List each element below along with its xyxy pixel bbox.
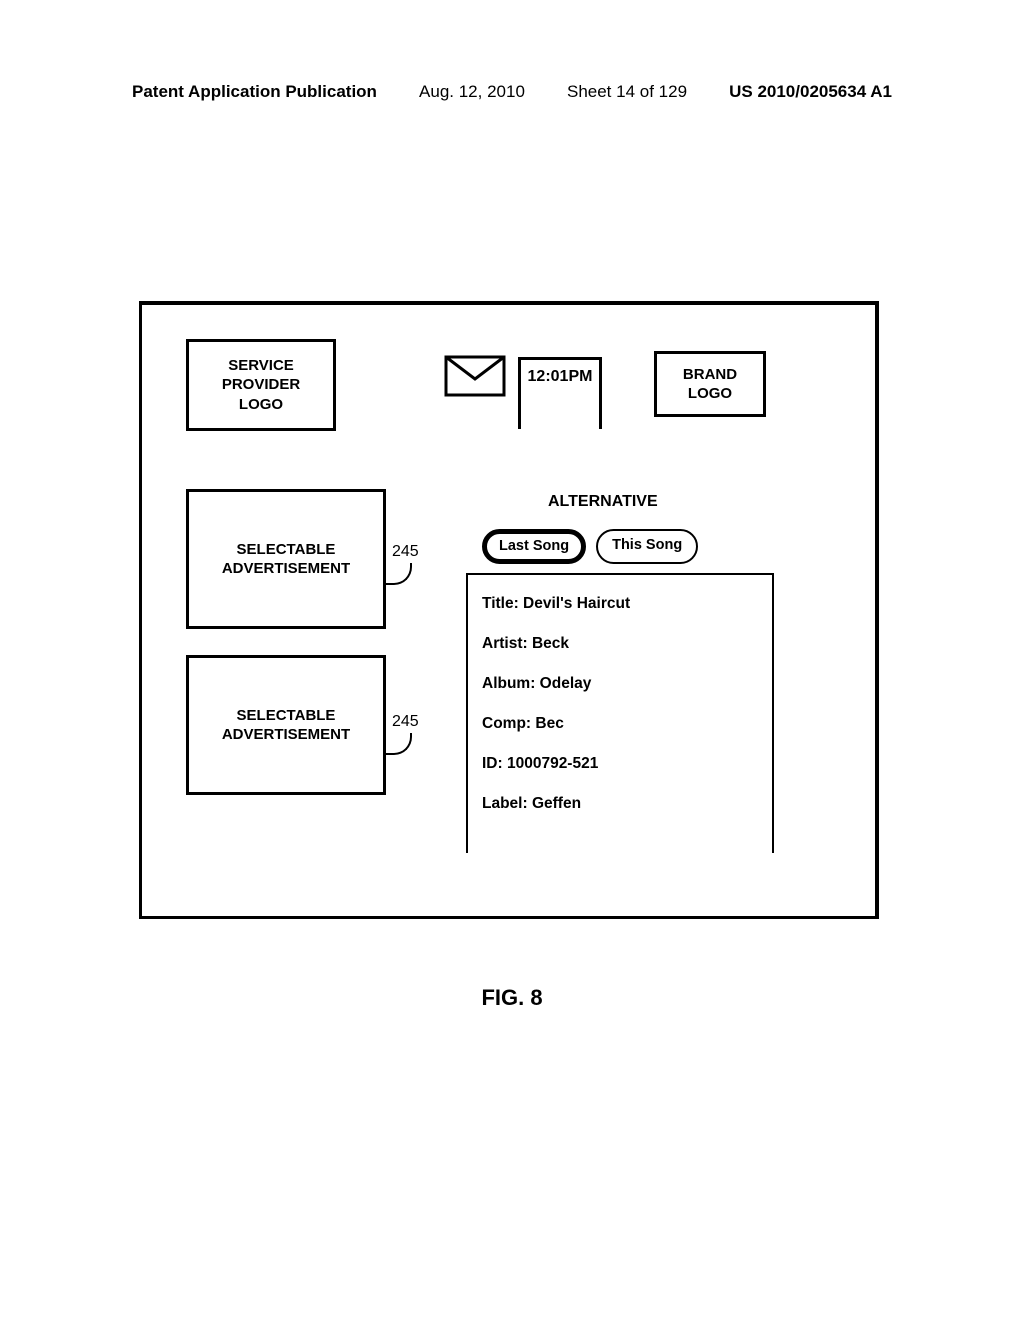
info-album: Album: Odelay (482, 675, 758, 693)
callout-leader-b (386, 733, 412, 755)
svc-line1: SERVICE (228, 356, 294, 376)
svc-line2: PROVIDER (222, 375, 300, 395)
callout-ref-245-a: 245 (392, 543, 419, 561)
selectable-advertisement-1[interactable]: SELECTABLE ADVERTISEMENT (186, 489, 386, 629)
clock-time: 12:01PM (528, 368, 593, 385)
header-sheet: Sheet 14 of 129 (567, 82, 687, 102)
brand-line2: LOGO (688, 384, 732, 404)
selectable-advertisement-2[interactable]: SELECTABLE ADVERTISEMENT (186, 655, 386, 795)
page-header: Patent Application Publication Aug. 12, … (132, 82, 892, 102)
mail-icon (444, 355, 506, 397)
this-song-button[interactable]: This Song (596, 529, 698, 564)
ad1-line2: ADVERTISEMENT (222, 559, 350, 579)
header-left: Patent Application Publication (132, 82, 377, 102)
figure-label: FIG. 8 (0, 985, 1024, 1011)
callout-ref-245-b: 245 (392, 713, 419, 731)
info-title: Title: Devil's Haircut (482, 595, 758, 613)
header-pubno: US 2010/0205634 A1 (729, 82, 892, 102)
screen-frame: SERVICE PROVIDER LOGO 12:01PM BRAND LOGO… (139, 301, 879, 919)
callout-leader-a (386, 563, 412, 585)
info-id: ID: 1000792-521 (482, 755, 758, 773)
song-info-panel: Title: Devil's Haircut Artist: Beck Albu… (466, 573, 774, 853)
info-label: Label: Geffen (482, 795, 758, 813)
header-date: Aug. 12, 2010 (419, 82, 525, 102)
ad2-line1: SELECTABLE (237, 706, 336, 726)
last-song-button[interactable]: Last Song (482, 529, 586, 564)
svc-line3: LOGO (239, 395, 283, 415)
info-comp: Comp: Bec (482, 715, 758, 733)
clock-display: 12:01PM (518, 357, 602, 429)
service-provider-logo: SERVICE PROVIDER LOGO (186, 339, 336, 431)
brand-logo: BRAND LOGO (654, 351, 766, 417)
brand-line1: BRAND (683, 365, 737, 385)
genre-label: ALTERNATIVE (548, 493, 658, 511)
ad2-line2: ADVERTISEMENT (222, 725, 350, 745)
song-tab-group: Last Song This Song (482, 529, 698, 564)
info-artist: Artist: Beck (482, 635, 758, 653)
ad1-line1: SELECTABLE (237, 540, 336, 560)
